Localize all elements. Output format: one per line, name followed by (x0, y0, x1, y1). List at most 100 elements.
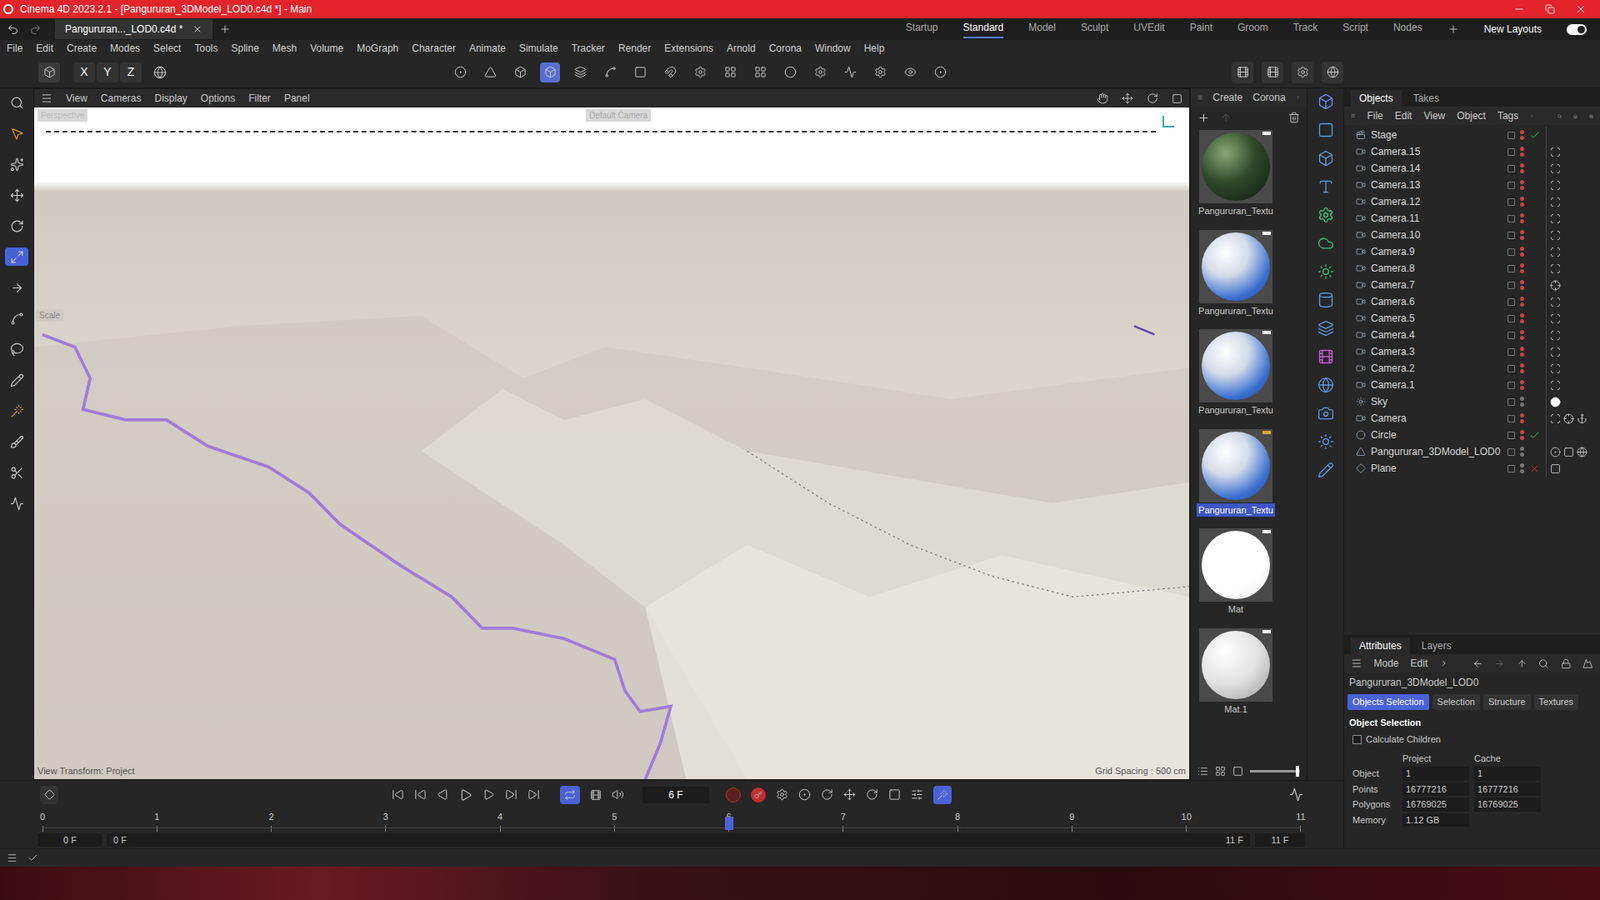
object-row[interactable]: Camera.11 (1344, 210, 1600, 227)
protection-tag-icon[interactable] (1550, 363, 1561, 375)
key-pla-icon[interactable] (910, 788, 924, 801)
camera-object-icon[interactable] (1355, 213, 1366, 224)
object-row[interactable]: Camera.5 (1344, 310, 1600, 327)
effector-icon[interactable] (1317, 263, 1335, 280)
edges-mode-icon[interactable] (484, 65, 497, 79)
maximize-view-icon[interactable] (1171, 93, 1183, 105)
restore-icon[interactable] (1545, 4, 1555, 15)
playhead[interactable] (725, 816, 734, 830)
record-settings-icon[interactable] (775, 788, 789, 801)
go-end-icon[interactable] (527, 788, 540, 801)
keyframe-selection-icon[interactable] (798, 788, 811, 801)
redshift-icon[interactable] (1326, 65, 1340, 79)
camera-object-icon[interactable] (1355, 230, 1366, 240)
menu-item[interactable]: Simulate (519, 40, 559, 56)
axis-lock-button[interactable]: Z (120, 62, 142, 83)
enabled-check-icon[interactable] (1529, 430, 1540, 441)
sound-icon[interactable] (611, 788, 625, 801)
object-row[interactable]: Stage (1344, 126, 1600, 144)
object-row[interactable]: Camera.14 (1344, 160, 1600, 177)
viewport-menu-item[interactable]: Options (200, 90, 235, 106)
grid-view-icon[interactable] (1215, 765, 1226, 777)
next-key-icon[interactable] (505, 788, 518, 801)
camera-label[interactable]: Perspective (37, 109, 88, 122)
wand-icon[interactable] (10, 404, 25, 419)
phong-tag-icon[interactable] (1550, 446, 1561, 458)
lasso-icon[interactable] (10, 342, 25, 357)
mirror-icon[interactable] (844, 65, 857, 79)
rotate-icon[interactable] (10, 219, 25, 234)
material-item[interactable]: Pangururan_Textu (1197, 230, 1275, 319)
calculate-children-checkbox[interactable]: Calculate Children (1344, 730, 1600, 749)
object-menu-item[interactable]: View (1423, 108, 1445, 124)
camera-object-icon[interactable] (1355, 196, 1366, 207)
object-row[interactable]: Sky (1344, 393, 1600, 410)
camera-object-icon[interactable] (1355, 263, 1366, 274)
live-select-icon[interactable] (10, 157, 25, 172)
layout-tab[interactable]: UVEdit (1133, 20, 1165, 39)
material-item[interactable]: Mat (1197, 528, 1275, 617)
viewport-menu-item[interactable]: Filter (248, 90, 271, 106)
undo-icon[interactable] (6, 23, 20, 36)
protection-tag-icon[interactable] (1550, 230, 1561, 241)
hud-label[interactable]: Scale (35, 309, 64, 322)
object-row[interactable]: Camera.10 (1344, 226, 1600, 244)
next-frame-icon[interactable] (482, 788, 495, 801)
scale-icon[interactable] (10, 250, 25, 265)
object-row[interactable]: Circle (1344, 426, 1600, 444)
material-menu-item[interactable]: Create (1212, 90, 1243, 105)
forward-icon[interactable] (1494, 658, 1505, 670)
menu-item[interactable]: Volume (310, 40, 344, 56)
camera-object-icon[interactable] (1355, 380, 1366, 390)
object-row[interactable]: Camera.12 (1344, 193, 1600, 210)
axis-lock-button[interactable]: Y (96, 62, 119, 83)
white-tag-icon[interactable] (1550, 396, 1561, 408)
protection-tag-icon[interactable] (1550, 146, 1561, 158)
dolly-icon[interactable] (1121, 92, 1134, 105)
stage-object-icon[interactable] (1355, 130, 1366, 140)
workplane-icon[interactable] (754, 65, 767, 79)
object-row[interactable]: Plane (1344, 460, 1600, 477)
object-row[interactable]: Camera.15 (1344, 143, 1600, 160)
attribute-menu-icon[interactable] (1350, 657, 1363, 670)
edit-mode-icon[interactable] (43, 65, 56, 79)
material-menu-item[interactable]: Corona (1252, 90, 1285, 105)
more-icon[interactable] (1439, 658, 1450, 669)
range-start-field[interactable]: 0 F (38, 833, 102, 847)
back-icon[interactable] (1472, 658, 1484, 670)
lock-icon[interactable] (1560, 658, 1572, 670)
material-item[interactable]: Mat.1 (1197, 628, 1275, 717)
timeline-ruler[interactable]: 01234567891011 (42, 808, 1301, 832)
protection-tag-icon[interactable] (1550, 313, 1561, 325)
more-icon[interactable] (1530, 110, 1535, 121)
object-row[interactable]: Camera.13 (1344, 176, 1600, 194)
menu-item[interactable]: Corona (769, 40, 802, 56)
panel-tab[interactable]: Layers (1413, 637, 1460, 655)
size-slider[interactable] (1250, 770, 1300, 773)
target-tag-icon[interactable] (1550, 280, 1561, 291)
cube-view-icon[interactable] (1317, 93, 1335, 110)
layout-tab[interactable]: Model (1028, 20, 1056, 39)
range-slider[interactable]: 0 F11 F (106, 833, 1250, 847)
status-menu-icon[interactable] (6, 852, 18, 864)
pan-icon[interactable] (1096, 92, 1109, 105)
object-row[interactable]: Camera.3 (1344, 343, 1600, 360)
play-icon[interactable] (459, 788, 473, 802)
menu-item[interactable]: Modes (110, 40, 140, 56)
object-menu-item[interactable]: Tags (1497, 108, 1519, 124)
material-menu-icon[interactable] (1197, 91, 1203, 104)
close-icon[interactable] (1575, 3, 1587, 15)
edit-icon[interactable] (1317, 461, 1335, 479)
texture-mode-icon[interactable] (574, 65, 587, 79)
filter-icon[interactable] (1589, 110, 1594, 122)
protection-tag-icon[interactable] (1550, 163, 1561, 175)
object-row[interactable]: Camera.8 (1344, 260, 1600, 277)
object-menu-item[interactable]: File (1366, 108, 1383, 124)
enabled-check-icon[interactable] (1529, 130, 1540, 141)
protection-tag-icon[interactable] (1550, 263, 1561, 275)
menu-item[interactable]: Extensions (664, 40, 714, 56)
toolbar-button[interactable] (38, 62, 60, 83)
delete-icon[interactable] (1288, 111, 1300, 124)
menu-item[interactable]: Select (153, 40, 181, 56)
layout-tab[interactable]: Sculpt (1080, 20, 1109, 39)
